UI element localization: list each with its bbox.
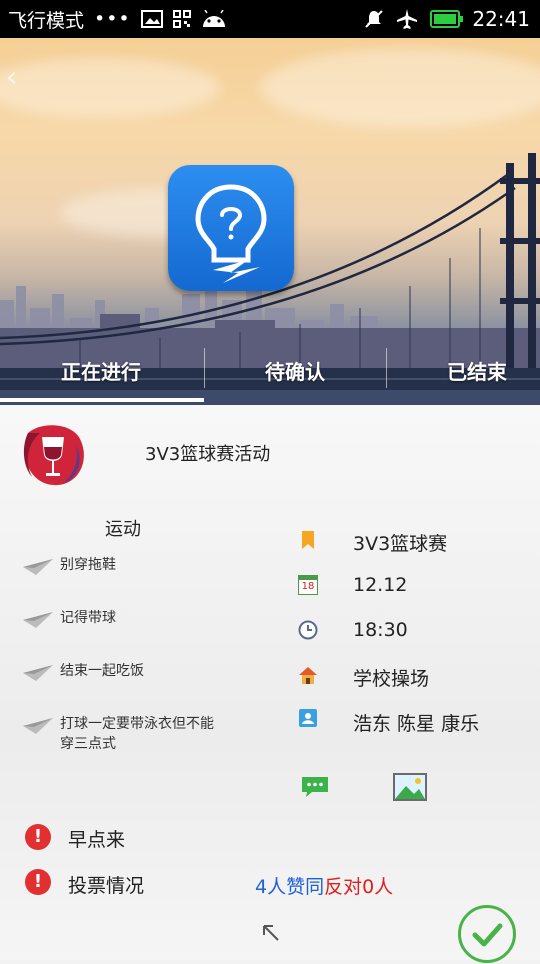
activity-card: 3V3篮球赛活动 运动 别穿拖鞋 记得带球 结束一起吃饭 打球一定要带泳衣但不能… bbox=[0, 405, 540, 963]
status-bar: 飞行模式 ••• 22:41 bbox=[0, 0, 540, 38]
tab-pending[interactable]: 待确认 bbox=[265, 356, 325, 385]
airplane-mode-text: 飞行模式 bbox=[8, 9, 85, 32]
activity-place: 学校操场 bbox=[353, 668, 430, 690]
participants: 浩东 陈星 康乐 bbox=[353, 713, 480, 735]
note-item: 结束一起吃饭 bbox=[60, 663, 144, 679]
reminder-text: 早点来 bbox=[68, 829, 126, 851]
calendar-icon: 18 bbox=[298, 575, 318, 595]
tab-indicator bbox=[0, 398, 204, 402]
header-banner: ‹ 正在进行 待确认 已结束 bbox=[0, 38, 540, 405]
clock-icon bbox=[298, 620, 318, 640]
grid-app-icon bbox=[172, 10, 191, 28]
paper-plane-icon bbox=[23, 559, 53, 575]
expand-arrow-icon[interactable] bbox=[260, 922, 282, 944]
bookmark-icon bbox=[302, 531, 314, 549]
tab-divider bbox=[204, 348, 205, 388]
tab-finished[interactable]: 已结束 bbox=[447, 356, 507, 385]
vote-label: 投票情况 bbox=[68, 875, 145, 897]
confirm-button[interactable] bbox=[458, 905, 516, 963]
activity-name: 3V3篮球赛 bbox=[353, 533, 448, 555]
more-notifications-icon: ••• bbox=[94, 8, 131, 30]
paper-plane-icon bbox=[23, 665, 53, 681]
alert-icon: ! bbox=[25, 824, 51, 850]
activity-title: 3V3篮球赛活动 bbox=[145, 444, 271, 465]
tab-in-progress[interactable]: 正在进行 bbox=[61, 356, 141, 385]
battery-icon bbox=[430, 10, 464, 28]
android-icon bbox=[202, 10, 225, 27]
back-chevron-icon[interactable]: ‹ bbox=[6, 60, 17, 93]
gallery-icon[interactable] bbox=[392, 772, 428, 802]
note-item: 打球一定要带泳衣但不能穿三点式 bbox=[60, 716, 214, 752]
alert-icon: ! bbox=[25, 869, 51, 895]
vote-yes-count: 4人赞同 bbox=[255, 876, 325, 898]
tab-divider bbox=[386, 348, 387, 388]
paper-plane-icon bbox=[23, 718, 53, 734]
wine-glass-icon bbox=[18, 425, 88, 491]
activity-time: 18:30 bbox=[353, 619, 408, 641]
note-item: 别穿拖鞋 bbox=[60, 557, 116, 573]
mute-icon bbox=[365, 10, 384, 28]
message-icon[interactable] bbox=[300, 775, 330, 799]
contact-icon bbox=[299, 709, 317, 727]
vote-no-count: 反对0人 bbox=[324, 876, 394, 898]
vote-result: 4人赞同反对0人 bbox=[255, 872, 393, 899]
checkmark-icon bbox=[472, 923, 503, 947]
activity-category: 运动 bbox=[105, 519, 141, 540]
home-icon bbox=[299, 667, 317, 684]
activity-date: 12.12 bbox=[353, 574, 408, 596]
image-notification-icon bbox=[140, 10, 163, 28]
tab-bar: 正在进行 待确认 已结束 bbox=[0, 338, 540, 398]
app-logo-icon bbox=[168, 165, 294, 291]
paper-plane-icon bbox=[23, 612, 53, 628]
airplane-icon bbox=[397, 9, 418, 29]
note-item: 记得带球 bbox=[60, 610, 116, 626]
clock-text: 22:41 bbox=[472, 7, 530, 31]
